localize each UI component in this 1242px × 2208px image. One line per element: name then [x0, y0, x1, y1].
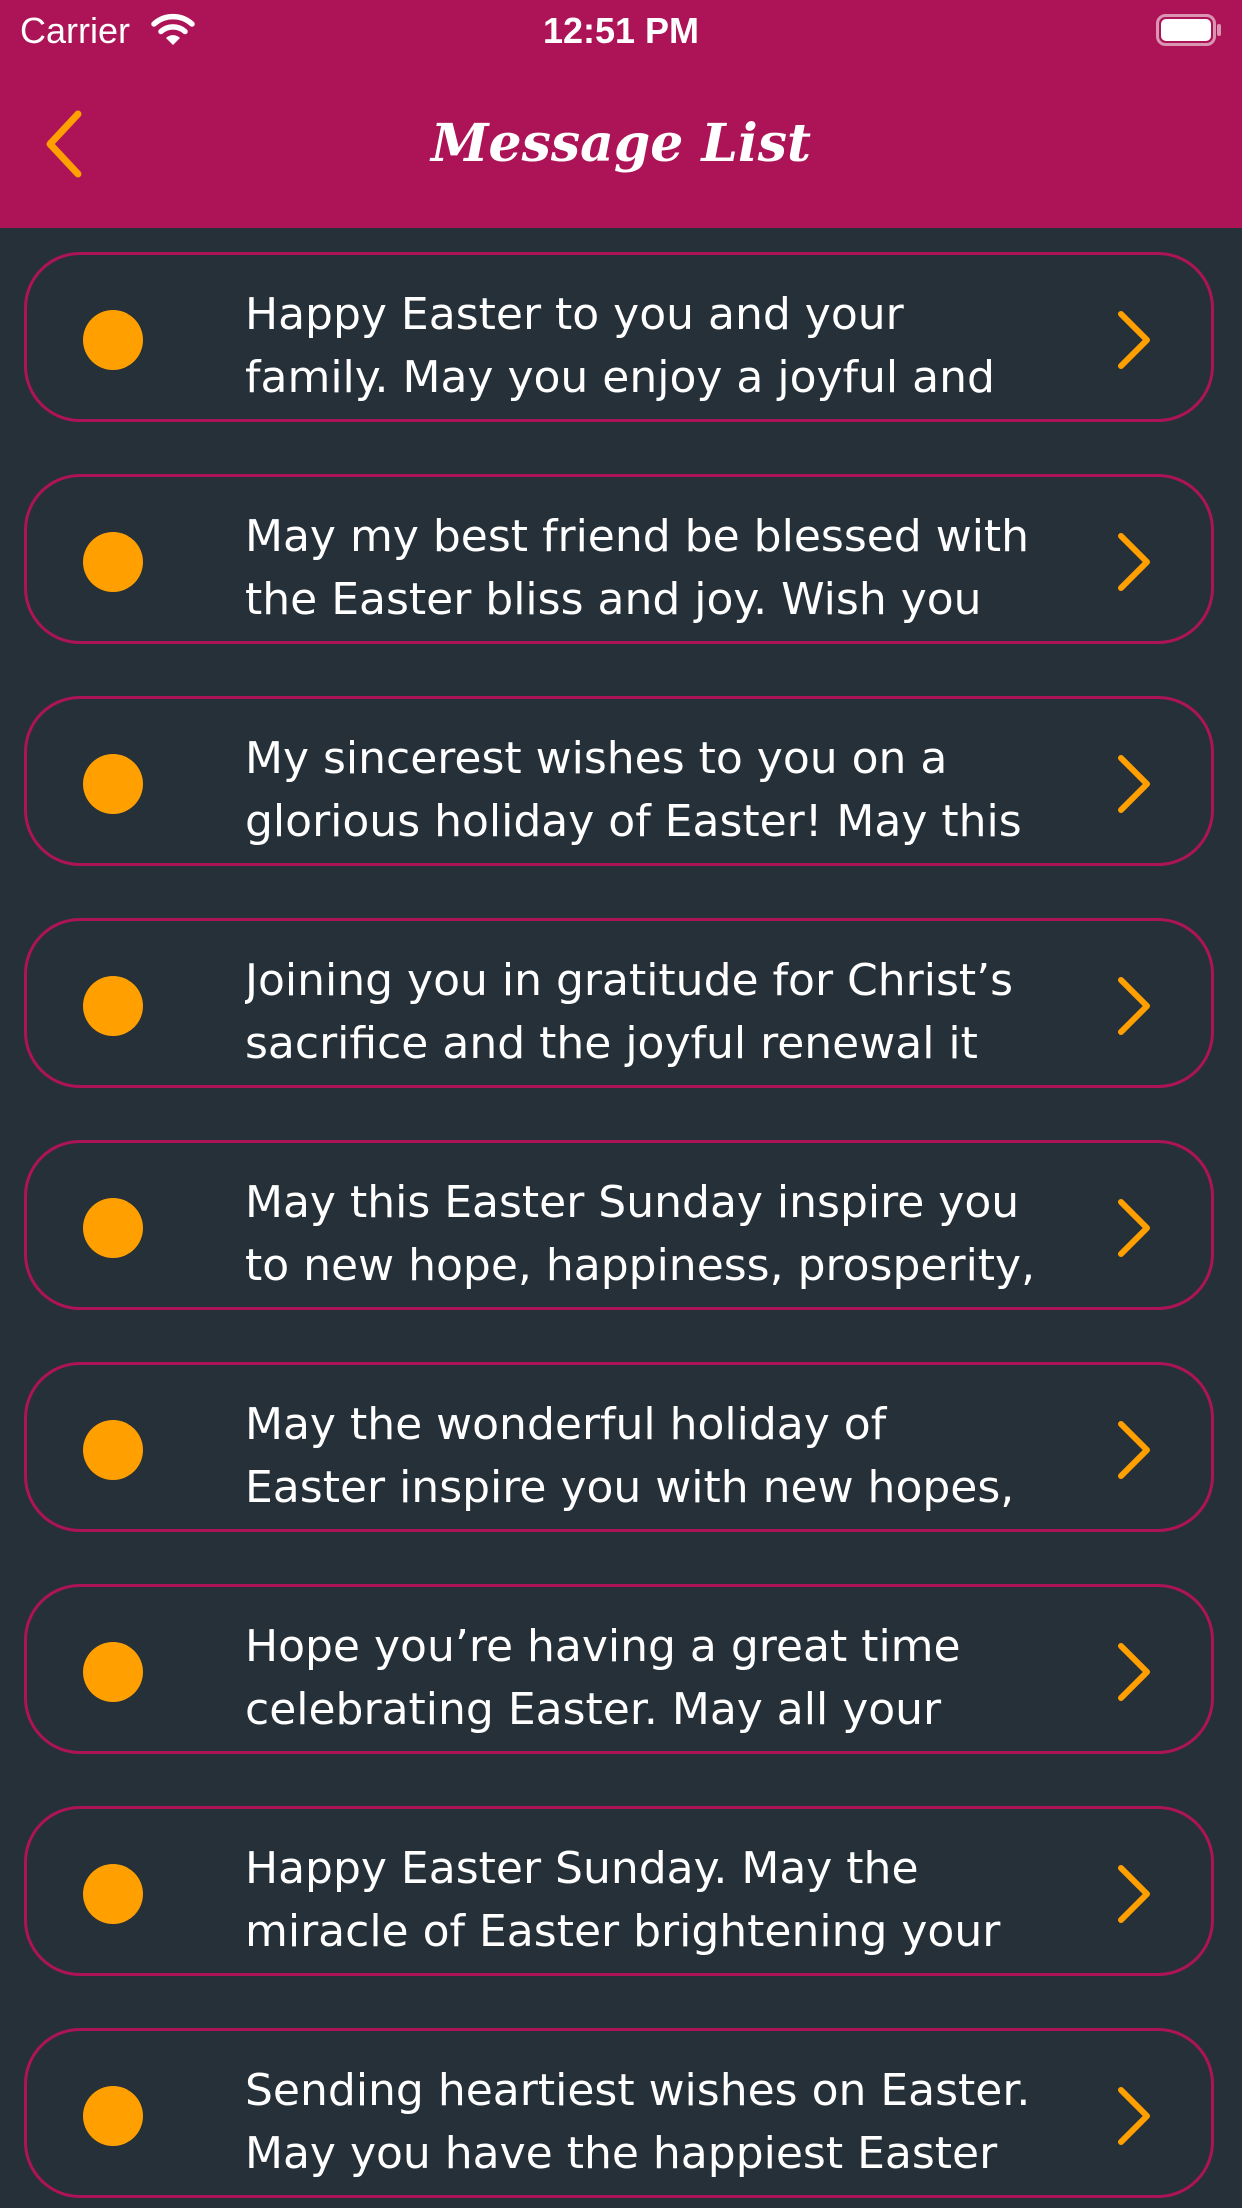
message-line: Hope you’re having a great time — [245, 1621, 961, 1672]
message-item[interactable]: Happy Easter to you and your family. May… — [24, 252, 1214, 422]
chevron-right-icon — [1118, 977, 1150, 1035]
message-line: My sincerest wishes to you on a — [245, 733, 948, 784]
message-item[interactable]: Hope you’re having a great time celebrat… — [24, 1584, 1214, 1754]
message-line: May my best friend be blessed with — [245, 511, 1030, 562]
message-preview: May the wonderful holiday of Easter insp… — [245, 1393, 1085, 1519]
message-line: miracle of Easter brightening your — [245, 1906, 1001, 1957]
message-item[interactable]: Joining you in gratitude for Christ’s sa… — [24, 918, 1214, 1088]
bullet-dot-icon — [83, 1864, 143, 1924]
message-preview: My sincerest wishes to you on a glorious… — [245, 727, 1085, 853]
message-item[interactable]: Sending heartiest wishes on Easter. May … — [24, 2028, 1214, 2198]
message-preview: May my best friend be blessed with the E… — [245, 505, 1085, 631]
status-bar: Carrier 12:51 PM — [0, 0, 1242, 62]
message-item[interactable]: May my best friend be blessed with the E… — [24, 474, 1214, 644]
chevron-right-icon — [1118, 755, 1150, 813]
message-line: Joining you in gratitude for Christ’s — [245, 955, 1014, 1006]
message-line: family. May you enjoy a joyful and — [245, 352, 995, 403]
message-line: celebrating Easter. May all your — [245, 1684, 942, 1735]
message-item[interactable]: May this Easter Sunday inspire you to ne… — [24, 1140, 1214, 1310]
message-line: to new hope, happiness, prosperity, — [245, 1240, 1036, 1291]
message-preview: Sending heartiest wishes on Easter. May … — [245, 2059, 1085, 2185]
message-line: Sending heartiest wishes on Easter. — [245, 2065, 1031, 2116]
message-line: sacrifice and the joyful renewal it — [245, 1018, 978, 1069]
message-preview: Joining you in gratitude for Christ’s sa… — [245, 949, 1085, 1075]
bullet-dot-icon — [83, 754, 143, 814]
navigation-bar: Carrier 12:51 PM Message List — [0, 0, 1242, 228]
message-item[interactable]: Happy Easter Sunday. May the miracle of … — [24, 1806, 1214, 1976]
chevron-right-icon — [1118, 311, 1150, 369]
page-title: Message List — [430, 113, 812, 174]
message-preview: Happy Easter Sunday. May the miracle of … — [245, 1837, 1085, 1963]
message-line: Happy Easter Sunday. May the — [245, 1843, 919, 1894]
message-preview: May this Easter Sunday inspire you to ne… — [245, 1171, 1085, 1297]
message-preview: Hope you’re having a great time celebrat… — [245, 1615, 1085, 1741]
chevron-right-icon — [1118, 2087, 1150, 2145]
bullet-dot-icon — [83, 1198, 143, 1258]
bullet-dot-icon — [83, 532, 143, 592]
chevron-right-icon — [1118, 1421, 1150, 1479]
message-line: May you have the happiest Easter — [245, 2128, 998, 2179]
message-line: the Easter bliss and joy. Wish you — [245, 574, 982, 625]
chevron-right-icon — [1118, 1643, 1150, 1701]
message-line: Easter inspire you with new hopes, — [245, 1462, 1015, 1513]
battery-icon — [1156, 14, 1221, 46]
bullet-dot-icon — [83, 1642, 143, 1702]
status-time: 12:51 PM — [542, 10, 700, 51]
message-item[interactable]: May the wonderful holiday of Easter insp… — [24, 1362, 1214, 1532]
bullet-dot-icon — [83, 2086, 143, 2146]
message-line: May the wonderful holiday of — [245, 1399, 887, 1450]
bullet-dot-icon — [83, 976, 143, 1036]
message-preview: Happy Easter to you and your family. May… — [245, 283, 1085, 409]
bullet-dot-icon — [83, 310, 143, 370]
message-line: glorious holiday of Easter! May this — [245, 796, 1022, 847]
chevron-right-icon — [1118, 1199, 1150, 1257]
bullet-dot-icon — [83, 1420, 143, 1480]
message-item[interactable]: My sincerest wishes to you on a glorious… — [24, 696, 1214, 866]
message-line: Happy Easter to you and your — [245, 289, 904, 340]
message-line: May this Easter Sunday inspire you — [245, 1177, 1020, 1228]
chevron-right-icon — [1118, 533, 1150, 591]
chevron-right-icon — [1118, 1865, 1150, 1923]
